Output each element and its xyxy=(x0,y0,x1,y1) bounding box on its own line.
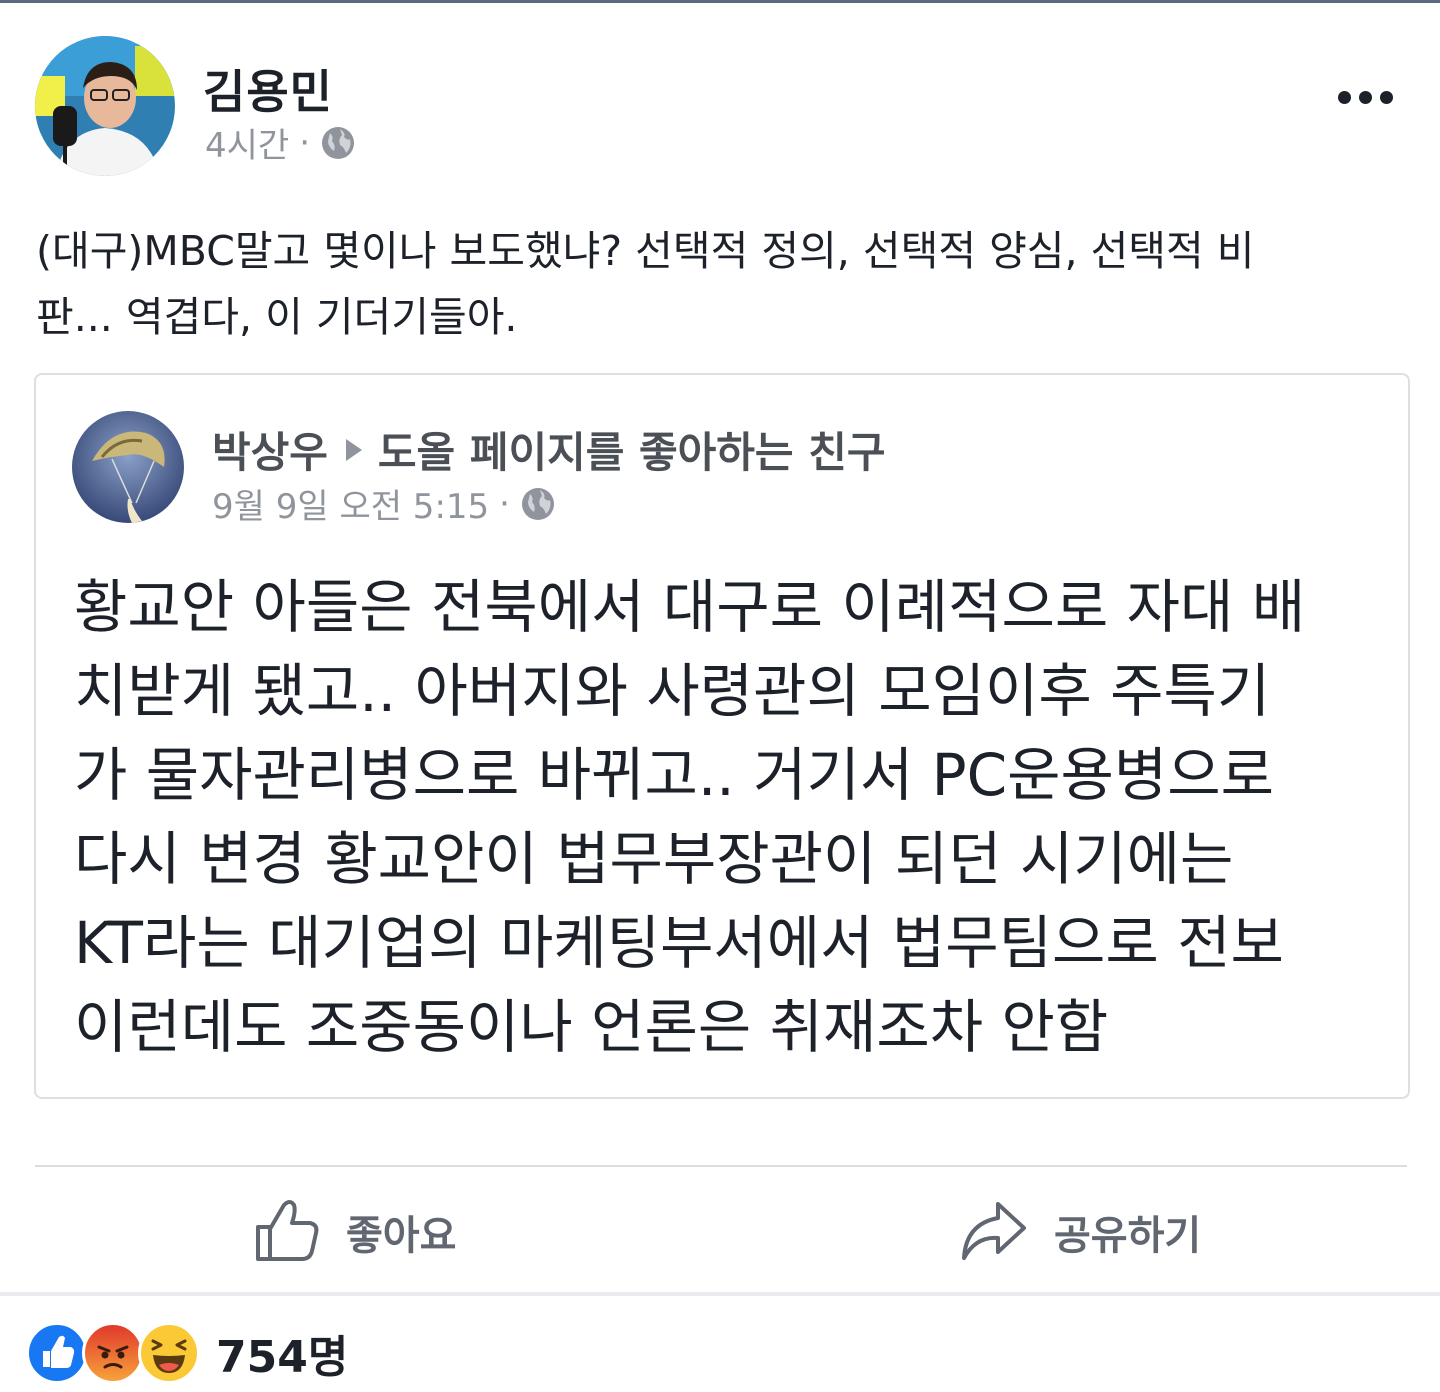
shared-target-name[interactable]: 도올 페이지를 좋아하는 친구 xyxy=(378,419,886,480)
author-avatar[interactable] xyxy=(35,36,175,176)
angry-icon xyxy=(82,1322,144,1384)
section-divider xyxy=(0,1292,1440,1296)
shared-body-line: 황교안 아들은 전북에서 대구로 이례적으로 자대 배 xyxy=(74,573,1306,641)
like-icon xyxy=(26,1322,88,1384)
post-text: (대구)MBC말고 몇이나 보도했냐? 선택적 정의, 선택적 양심, 선택적 … xyxy=(36,218,1416,350)
meta-separator: · xyxy=(299,122,311,163)
thumbs-up-icon xyxy=(254,1197,320,1267)
top-border xyxy=(0,0,1440,3)
globe-icon xyxy=(320,125,356,161)
shared-header: 박상우 도올 페이지를 좋아하는 친구 xyxy=(212,419,885,480)
shared-body-line: 이런데도 조중동이나 언론은 취재조차 안함 xyxy=(74,993,1109,1061)
post-text-line: 판... 역겹다, 이 기더기들아. xyxy=(36,293,518,341)
share-button[interactable]: 공유하기 xyxy=(958,1192,1201,1272)
action-divider xyxy=(35,1165,1407,1167)
reaction-count: 754명 xyxy=(216,1332,349,1383)
shared-body-line: KT라는 대기업의 마케팅부서에서 법무팀으로 전보 xyxy=(74,909,1284,977)
shared-author-name[interactable]: 박상우 xyxy=(212,419,328,480)
shared-meta: 9월 9일 오전 5:15 · xyxy=(212,479,556,528)
share-arrow-icon xyxy=(958,1198,1028,1266)
post-text-line: (대구)MBC말고 몇이나 보도했냐? 선택적 정의, 선택적 양심, 선택적 … xyxy=(36,227,1255,275)
globe-icon xyxy=(520,486,556,522)
author-name[interactable]: 김용민 xyxy=(203,56,333,122)
shared-body: 황교안 아들은 전북에서 대구로 이례적으로 자대 배 치받게 됐고.. 아버지… xyxy=(74,565,1305,1069)
shared-time[interactable]: 9월 9일 오전 5:15 xyxy=(212,479,489,528)
share-label: 공유하기 xyxy=(1054,1213,1202,1259)
shared-body-line: 가 물자관리병으로 바뀌고.. 거기서 PC운용병으로 xyxy=(74,741,1274,809)
more-options-icon[interactable] xyxy=(1330,80,1400,114)
like-label: 좋아요 xyxy=(346,1213,457,1259)
shared-post-card[interactable]: 박상우 도올 페이지를 좋아하는 친구 9월 9일 오전 5:15 · 황교안 … xyxy=(34,373,1410,1099)
shared-body-line: 다시 변경 황교안이 법무부장관이 되던 시기에는 xyxy=(74,825,1234,893)
like-button[interactable]: 좋아요 xyxy=(254,1192,456,1272)
post-meta: 4시간 · xyxy=(205,118,356,167)
shared-body-line: 치받게 됐고.. 아버지와 사령관의 모임이후 주특기 xyxy=(74,657,1271,725)
meta-separator: · xyxy=(499,483,510,524)
arrow-right-icon xyxy=(345,438,362,461)
haha-icon xyxy=(138,1322,200,1384)
post-time[interactable]: 4시간 xyxy=(205,118,289,167)
shared-author-avatar[interactable] xyxy=(72,411,184,523)
reactions-summary[interactable]: 754명 xyxy=(26,1320,348,1386)
